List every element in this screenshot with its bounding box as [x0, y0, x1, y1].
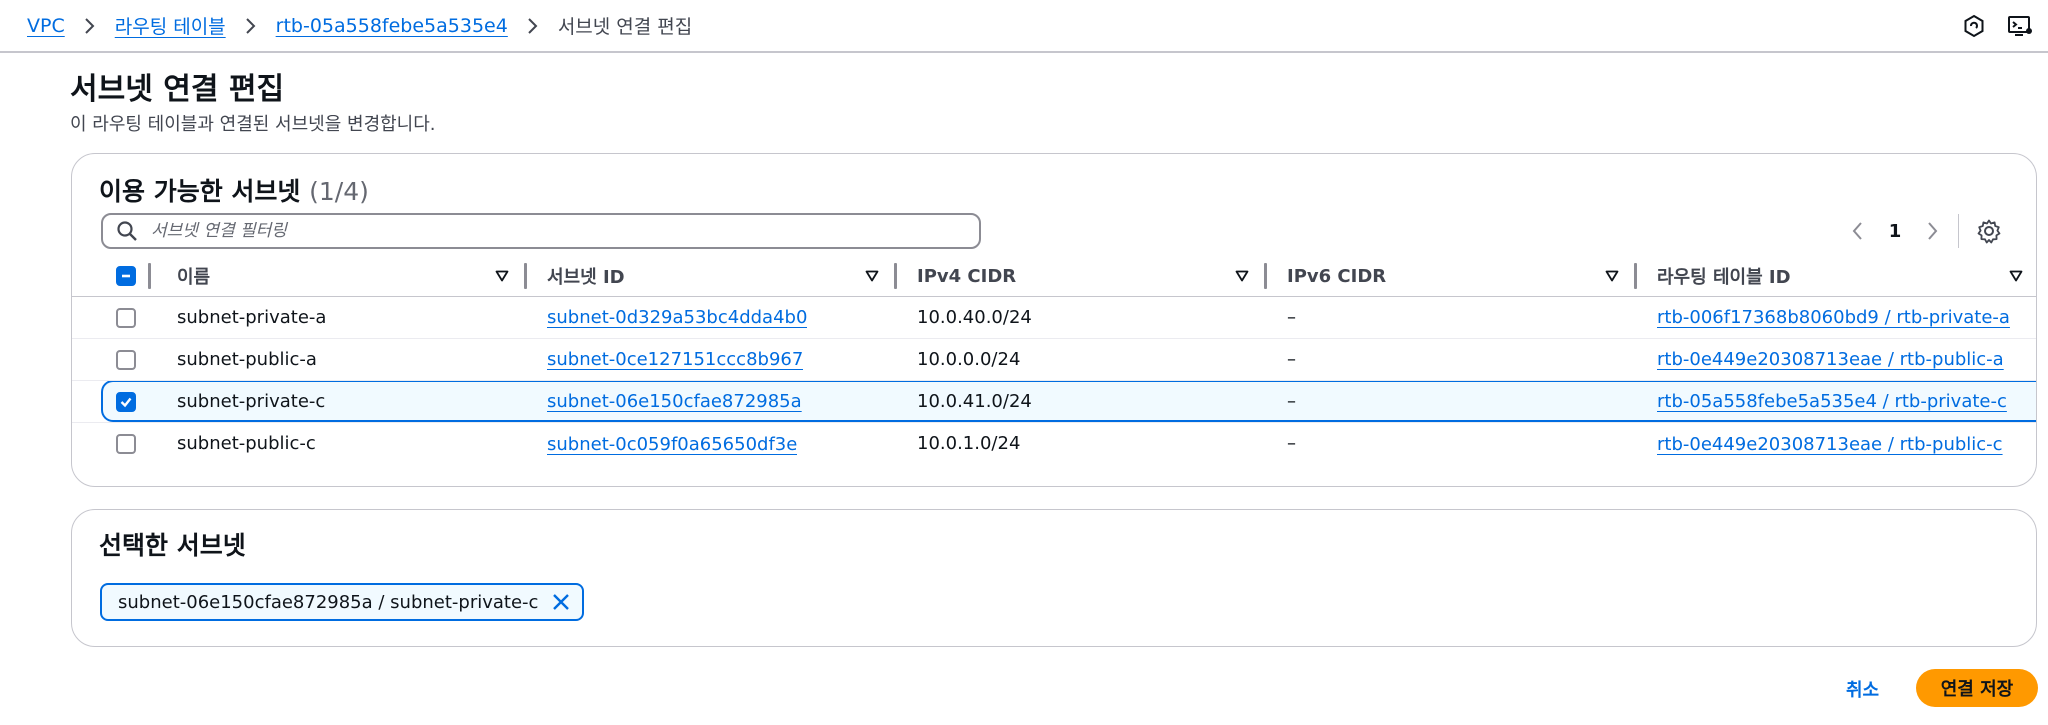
gear-icon[interactable] [1973, 215, 2005, 247]
subnet-name: subnet-private-c [177, 380, 547, 423]
subnet-filter[interactable] [101, 213, 981, 249]
token-label: subnet-06e150cfae872985a / subnet-privat… [118, 591, 539, 613]
column-header-subnet-id[interactable]: 서브넷 ID [547, 256, 917, 297]
subnet-filter-input[interactable] [151, 221, 951, 241]
route-table-link[interactable]: rtb-0e449e20308713eae / rtb-public-c [1657, 434, 2003, 455]
page-number[interactable]: 1 [1872, 221, 1918, 242]
select-all-checkbox[interactable] [116, 266, 136, 286]
column-label: 이름 [177, 267, 211, 288]
subnets-table: 이름 서브넷 ID IPv4 CIDR IPv6 CIDR 라우팅 테이블 ID… [72, 256, 2036, 465]
sort-icon[interactable] [864, 268, 880, 284]
chevron-right-icon [244, 16, 258, 36]
chevron-right-icon [83, 16, 97, 36]
subnet-id-link[interactable]: subnet-0c059f0a65650df3e [547, 434, 797, 455]
ipv6-cidr: – [1287, 380, 1657, 423]
search-icon [115, 219, 139, 243]
sort-icon[interactable] [494, 268, 510, 284]
column-header-ipv6[interactable]: IPv6 CIDR [1287, 256, 1657, 297]
table-row[interactable]: subnet-private-a subnet-0d329a53bc4dda4b… [72, 296, 2036, 339]
route-table-link[interactable]: rtb-006f17368b8060bd9 / rtb-private-a [1657, 307, 2010, 328]
column-header-route-table[interactable]: 라우팅 테이블 ID [1657, 256, 2036, 297]
row-checkbox-checked[interactable] [116, 392, 136, 412]
ipv4-cidr: 10.0.1.0/24 [917, 433, 1021, 455]
subnet-id-link[interactable]: subnet-06e150cfae872985a [547, 391, 802, 412]
ipv4-cidr: 10.0.41.0/24 [917, 380, 1287, 423]
cloudshell-icon[interactable] [2002, 10, 2038, 42]
row-checkbox[interactable] [116, 434, 136, 455]
breadcrumb-current: 서브넷 연결 편집 [557, 16, 693, 38]
subnet-name: subnet-private-a [177, 296, 547, 339]
subnet-id-link[interactable]: subnet-0ce127151ccc8b967 [547, 349, 803, 370]
column-label: IPv4 CIDR [917, 265, 1017, 287]
column-label: 라우팅 테이블 ID [1657, 267, 1791, 288]
sort-icon[interactable] [1234, 268, 1250, 284]
close-icon[interactable] [550, 591, 572, 613]
column-header-name[interactable]: 이름 [177, 256, 547, 297]
pagination: 1 [1842, 214, 2005, 248]
save-associations-button[interactable]: 연결 저장 [1916, 669, 2038, 707]
ipv6-cidr: – [1287, 338, 1657, 381]
row-checkbox[interactable] [116, 308, 136, 328]
route-table-link[interactable]: rtb-0e449e20308713eae / rtb-public-a [1657, 349, 2004, 370]
cancel-button[interactable]: 취소 [1846, 676, 1879, 702]
page-description: 이 라우팅 테이블과 연결된 서브넷을 변경합니다. [70, 114, 436, 135]
selection-count: (1/4) [309, 177, 369, 206]
breadcrumb-route-table-id[interactable]: rtb-05a558febe5a535e4 [276, 15, 508, 37]
available-subnets-panel: 이용 가능한 서브넷 (1/4) 1 이름 [71, 153, 2037, 487]
chevron-right-icon [526, 16, 540, 36]
sort-icon[interactable] [2008, 268, 2024, 284]
subnet-name: subnet-public-c [177, 433, 316, 455]
select-all-header [72, 256, 177, 297]
table-row[interactable]: subnet-public-a subnet-0ce127151ccc8b967… [72, 338, 2036, 381]
breadcrumb-bar: VPC 라우팅 테이블 rtb-05a558febe5a535e4 서브넷 연결… [0, 0, 2048, 53]
subnet-name: subnet-public-a [177, 338, 547, 381]
available-subnets-title: 이용 가능한 서브넷 (1/4) [99, 172, 369, 208]
column-label: 서브넷 ID [547, 267, 625, 288]
selected-subnets-title: 선택한 서브넷 [99, 531, 246, 560]
feedback-icon[interactable] [1956, 10, 1992, 42]
table-row-selected[interactable]: subnet-private-c subnet-06e150cfae872985… [72, 380, 2036, 423]
ipv6-cidr: – [1287, 433, 1296, 455]
ipv4-cidr: 10.0.0.0/24 [917, 338, 1287, 381]
chevron-right-icon[interactable] [1918, 216, 1948, 246]
ipv6-cidr: – [1287, 296, 1657, 339]
breadcrumb-vpc[interactable]: VPC [27, 15, 65, 37]
column-header-ipv4[interactable]: IPv4 CIDR [917, 256, 1287, 297]
page-title: 서브넷 연결 편집 [70, 72, 285, 107]
selected-subnets-panel: 선택한 서브넷 subnet-06e150cfae872985a / subne… [71, 509, 2037, 647]
table-header-row: 이름 서브넷 ID IPv4 CIDR IPv6 CIDR 라우팅 테이블 ID [72, 256, 2036, 297]
chevron-left-icon[interactable] [1842, 216, 1872, 246]
breadcrumb: VPC 라우팅 테이블 rtb-05a558febe5a535e4 서브넷 연결… [27, 12, 692, 39]
table-row[interactable]: subnet-public-c subnet-0c059f0a65650df3e… [72, 423, 2036, 465]
sort-icon[interactable] [1604, 268, 1620, 284]
breadcrumb-route-tables[interactable]: 라우팅 테이블 [115, 12, 226, 39]
ipv4-cidr: 10.0.40.0/24 [917, 296, 1287, 339]
subnet-id-link[interactable]: subnet-0d329a53bc4dda4b0 [547, 307, 807, 328]
column-label: IPv6 CIDR [1287, 265, 1387, 287]
available-subnets-title-text: 이용 가능한 서브넷 [99, 177, 301, 206]
route-table-link[interactable]: rtb-05a558febe5a535e4 / rtb-private-c [1657, 391, 2007, 412]
selected-subnet-token: subnet-06e150cfae872985a / subnet-privat… [100, 583, 585, 621]
row-checkbox[interactable] [116, 350, 136, 370]
